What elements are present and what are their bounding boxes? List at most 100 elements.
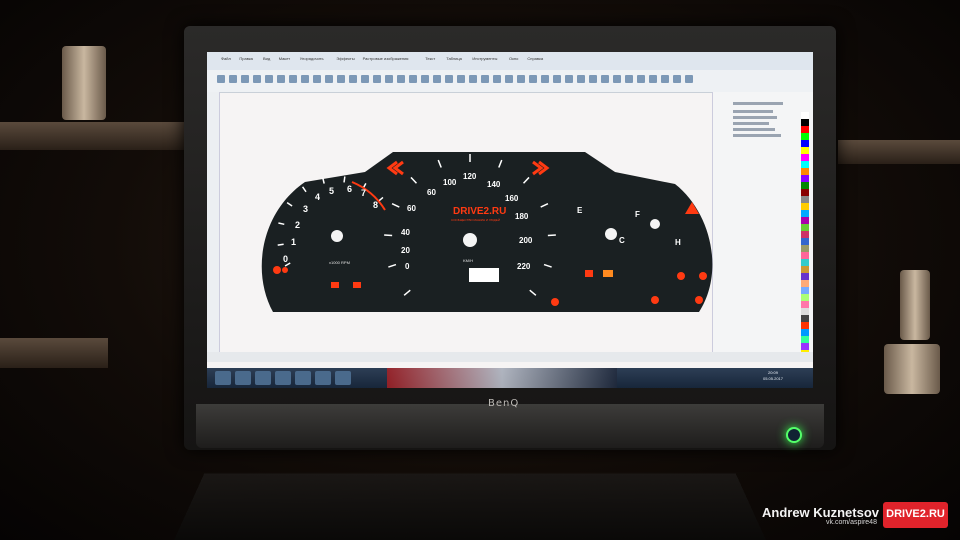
color-swatch[interactable]	[801, 315, 809, 322]
color-swatch[interactable]	[801, 343, 809, 350]
color-swatch[interactable]	[801, 189, 809, 196]
color-swatch[interactable]	[801, 168, 809, 175]
taskbar-app-button[interactable]	[235, 371, 251, 385]
color-swatch[interactable]	[801, 266, 809, 273]
color-swatch[interactable]	[801, 119, 809, 126]
taskbar-start-button[interactable]	[215, 371, 231, 385]
color-swatch[interactable]	[801, 210, 809, 217]
taskbar-app-button[interactable]	[275, 371, 291, 385]
toolbar-button[interactable]	[433, 75, 441, 83]
toolbar-button[interactable]	[397, 75, 405, 83]
toolbar-button[interactable]	[505, 75, 513, 83]
color-swatch[interactable]	[801, 301, 809, 308]
toolbar-button[interactable]	[229, 75, 237, 83]
color-swatch[interactable]	[801, 196, 809, 203]
toolbar-button[interactable]	[301, 75, 309, 83]
toolbar-button[interactable]	[637, 75, 645, 83]
color-swatch[interactable]	[801, 280, 809, 287]
toolbar-button[interactable]	[685, 75, 693, 83]
tacho-label-5: 5	[329, 186, 335, 196]
toolbar-button[interactable]	[481, 75, 489, 83]
toolbar-button[interactable]	[277, 75, 285, 83]
toolbar-button[interactable]	[409, 75, 417, 83]
color-swatch[interactable]	[801, 133, 809, 140]
toolbar-button[interactable]	[493, 75, 501, 83]
toolbar-button[interactable]	[289, 75, 297, 83]
color-swatch[interactable]	[801, 182, 809, 189]
toolbar-button[interactable]	[385, 75, 393, 83]
toolbar-button[interactable]	[529, 75, 537, 83]
toolbar-button[interactable]	[253, 75, 261, 83]
toolbar-button[interactable]	[661, 75, 669, 83]
color-swatch[interactable]	[801, 329, 809, 336]
taskbar-clock[interactable]: 20:09 05.05.2017	[763, 370, 783, 382]
toolbar-button[interactable]	[421, 75, 429, 83]
toolbar-button[interactable]	[265, 75, 273, 83]
menu-item[interactable]: Справка	[527, 56, 543, 61]
color-swatch[interactable]	[801, 231, 809, 238]
color-swatch[interactable]	[801, 259, 809, 266]
toolbar-button[interactable]	[565, 75, 573, 83]
color-swatch[interactable]	[801, 161, 809, 168]
toolbar-button[interactable]	[589, 75, 597, 83]
toolbar-button[interactable]	[673, 75, 681, 83]
toolbar-button[interactable]	[445, 75, 453, 83]
menu-item[interactable]: Инструменты	[472, 56, 497, 61]
toolbar-button[interactable]	[241, 75, 249, 83]
color-swatch[interactable]	[801, 224, 809, 231]
taskbar-app-button[interactable]	[295, 371, 311, 385]
toolbar-button[interactable]	[325, 75, 333, 83]
screen: Файл Правка Вид Макет Упорядочить Эффекты Раст…	[207, 52, 813, 388]
toolbar-button[interactable]	[469, 75, 477, 83]
taskbar-app-button[interactable]	[315, 371, 331, 385]
toolbar-button[interactable]	[337, 75, 345, 83]
toolbar-button[interactable]	[373, 75, 381, 83]
menu-item[interactable]: Эффекты	[336, 56, 354, 61]
color-swatch[interactable]	[801, 175, 809, 182]
color-swatch[interactable]	[801, 238, 809, 245]
power-led-icon[interactable]	[786, 427, 802, 443]
toolbar-button[interactable]	[541, 75, 549, 83]
color-swatch[interactable]	[801, 154, 809, 161]
menu-item[interactable]: Вид	[263, 56, 270, 61]
color-swatch[interactable]	[801, 336, 809, 343]
color-swatch[interactable]	[801, 126, 809, 133]
toolbar-button[interactable]	[613, 75, 621, 83]
color-swatch[interactable]	[801, 217, 809, 224]
toolbar-button[interactable]	[577, 75, 585, 83]
menu-item[interactable]: Таблица	[446, 56, 462, 61]
menu-item[interactable]: Правка	[239, 56, 253, 61]
menu-item[interactable]: Упорядочить	[300, 56, 324, 61]
toolbar-button[interactable]	[349, 75, 357, 83]
toolbar-button[interactable]	[517, 75, 525, 83]
temp-hot-label: H	[675, 238, 681, 247]
color-swatch[interactable]	[801, 252, 809, 259]
color-swatch[interactable]	[801, 287, 809, 294]
color-swatch[interactable]	[801, 203, 809, 210]
toolbar-button[interactable]	[649, 75, 657, 83]
menu-item[interactable]: Макет	[279, 56, 290, 61]
toolbar-button[interactable]	[625, 75, 633, 83]
toolbar-button[interactable]	[217, 75, 225, 83]
menu-item[interactable]: Окно	[509, 56, 518, 61]
taskbar-app-button[interactable]	[255, 371, 271, 385]
toolbar-button[interactable]	[601, 75, 609, 83]
color-swatch[interactable]	[801, 273, 809, 280]
toolbar-button[interactable]	[313, 75, 321, 83]
color-palette[interactable]	[801, 112, 809, 362]
toolbar-button[interactable]	[457, 75, 465, 83]
toolbar-button[interactable]	[553, 75, 561, 83]
color-swatch[interactable]	[801, 147, 809, 154]
color-swatch[interactable]	[801, 322, 809, 329]
menu-item[interactable]: Текст	[425, 56, 435, 61]
odometer-window	[469, 268, 499, 282]
color-swatch[interactable]	[801, 112, 809, 119]
taskbar-app-button[interactable]	[335, 371, 351, 385]
toolbar-button[interactable]	[361, 75, 369, 83]
color-swatch[interactable]	[801, 308, 809, 315]
color-swatch[interactable]	[801, 294, 809, 301]
color-swatch[interactable]	[801, 245, 809, 252]
menu-item[interactable]: Файл	[221, 56, 231, 61]
menu-item[interactable]: Растровые изображения	[363, 56, 409, 61]
color-swatch[interactable]	[801, 140, 809, 147]
